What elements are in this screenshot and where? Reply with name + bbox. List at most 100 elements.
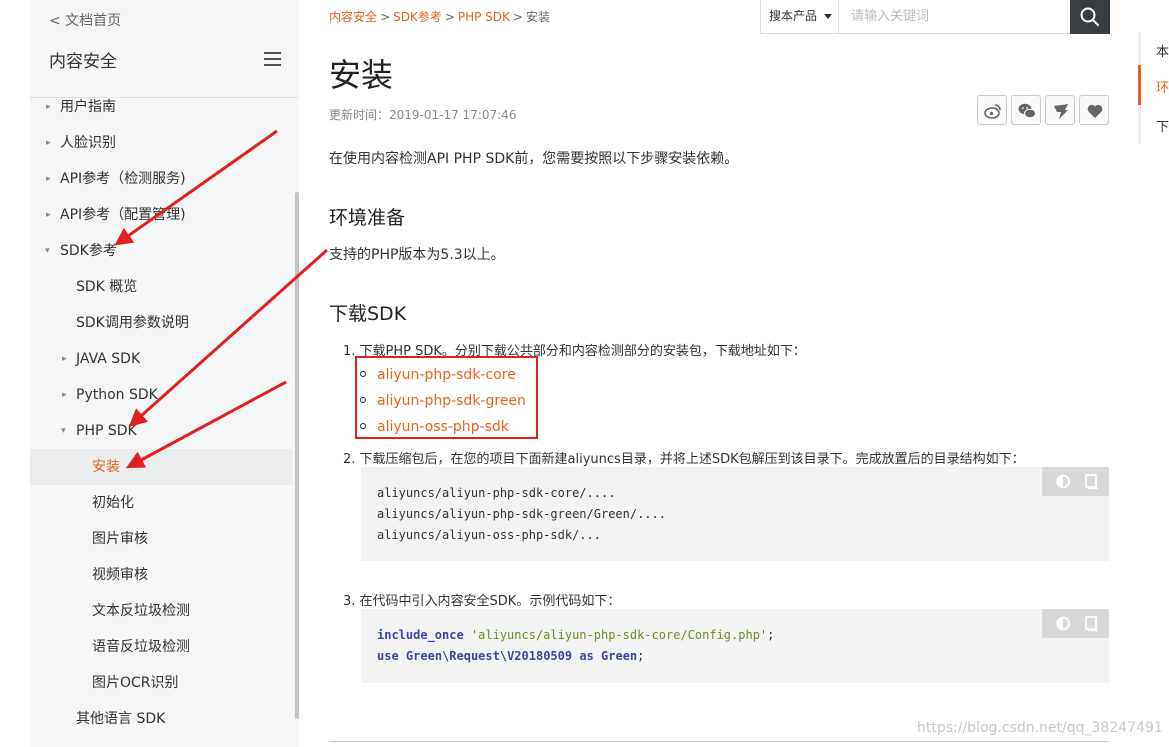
sidebar-item-image-review[interactable]: 图片审核 (30, 521, 293, 557)
step-2: 2. 下载压缩包后，在您的项目下面新建aliyuncs目录，并将上述SDK包解压… (343, 448, 1025, 467)
back-to-docs-link[interactable]: < 文档首页 (49, 10, 121, 30)
sidebar-item-video-review[interactable]: 视频审核 (30, 557, 293, 593)
code-keyword: use (377, 649, 399, 663)
breadcrumb-link[interactable]: PHP SDK (458, 10, 510, 24)
theme-toggle-icon (1056, 616, 1070, 631)
search-icon (1080, 7, 1100, 27)
chevron-down-icon: ▾ (61, 426, 66, 436)
sidebar-item-label: 初始化 (92, 495, 134, 511)
table-of-contents: 本 环 下 (1138, 32, 1169, 144)
step-3: 3. 在代码中引入内容安全SDK。示例代码如下： (343, 590, 620, 609)
code-block-include: include_once 'aliyuncs/aliyun-php-sdk-co… (361, 609, 1109, 683)
sidebar-item-label: 文本反垃圾检测 (92, 603, 190, 619)
share-wechat-button[interactable] (1011, 95, 1041, 125)
sidebar-item-label: 用户指南 (60, 99, 116, 115)
sidebar: < 文档首页 内容安全 ▸ 用户指南 ▸ 人脸识别 ▸ API参考（检测服务) … (30, 0, 299, 747)
toc-item-active[interactable]: 环 (1156, 77, 1169, 96)
weibo-icon (984, 104, 1001, 119)
sidebar-item-label: PHP SDK (76, 423, 137, 439)
sidebar-item-face-recognition[interactable]: ▸ 人脸识别 (30, 125, 293, 161)
code-string: 'aliyuncs/aliyun-php-sdk-core/Config.php… (470, 628, 768, 642)
search-scope-dropdown[interactable]: 搜本产品 (761, 0, 839, 33)
sidebar-item-api-config[interactable]: ▸ API参考（配置管理) (30, 197, 293, 233)
sidebar-item-label: Python SDK (76, 387, 158, 403)
sidebar-item-sdk-params[interactable]: SDK调用参数说明 (30, 305, 293, 341)
sidebar-item-label: 人脸识别 (60, 135, 116, 151)
step-number: 1. (343, 344, 356, 359)
copy-code-button[interactable] (1082, 615, 1100, 632)
code-line: use Green\Request\V20180509 as Green; (377, 649, 644, 663)
sidebar-item-install[interactable]: 安装 (30, 449, 293, 485)
copy-icon (1085, 474, 1098, 490)
chevron-right-icon: ▸ (46, 174, 51, 184)
content-divider (329, 741, 1109, 742)
theme-toggle-icon (1056, 474, 1070, 489)
code-keyword: as (579, 649, 594, 663)
code-punct: ; (637, 649, 645, 663)
code-line: aliyuncs/aliyun-oss-php-sdk/... (377, 528, 601, 542)
annotation-highlight-box (355, 356, 538, 439)
code-toolbar (1042, 609, 1109, 638)
sidebar-item-text-antispam[interactable]: 文本反垃圾检测 (30, 593, 293, 629)
sidebar-title: 内容安全 (49, 52, 117, 72)
sidebar-item-python-sdk[interactable]: ▸ Python SDK (30, 377, 293, 413)
code-punct: ; (767, 628, 775, 642)
sidebar-item-label: 图片审核 (92, 531, 148, 547)
sidebar-item-label: JAVA SDK (76, 351, 141, 367)
sidebar-item-image-ocr[interactable]: 图片OCR识别 (30, 665, 293, 701)
breadcrumb-current: 安装 (525, 10, 550, 24)
code-block-directory: aliyuncs/aliyun-php-sdk-core/.... aliyun… (361, 467, 1109, 561)
sidebar-item-label: API参考（检测服务) (60, 171, 186, 187)
heart-icon (1087, 104, 1103, 118)
code-toolbar (1042, 467, 1109, 496)
watermark: https://blog.csdn.net/qq_38247491 (917, 720, 1163, 736)
sidebar-item-api-detection[interactable]: ▸ API参考（检测服务) (30, 161, 293, 197)
page-title: 安装 (329, 56, 394, 94)
toggle-theme-button[interactable] (1052, 615, 1070, 632)
wechat-icon (1018, 103, 1036, 119)
sidebar-item-sdk-overview[interactable]: SDK 概览 (30, 269, 293, 305)
chevron-right-icon: ▸ (46, 138, 51, 148)
like-button[interactable] (1079, 95, 1109, 125)
sidebar-item-label: 图片OCR识别 (92, 675, 179, 691)
sidebar-item-other-sdk[interactable]: 其他语言 SDK (30, 701, 293, 737)
breadcrumb-link[interactable]: 内容安全 (329, 10, 377, 24)
search-button[interactable] (1070, 0, 1110, 34)
step-text: 在代码中引入内容安全SDK。示例代码如下： (359, 594, 621, 609)
section-heading-env: 环境准备 (329, 207, 406, 229)
sidebar-scrollbar[interactable] (295, 192, 299, 719)
sidebar-item-java-sdk[interactable]: ▸ JAVA SDK (30, 341, 293, 377)
toggle-theme-button[interactable] (1052, 473, 1070, 490)
sidebar-item-php-sdk[interactable]: ▾ PHP SDK (30, 413, 293, 449)
toc-item[interactable]: 本 (1156, 41, 1169, 60)
step-text: 下载压缩包后，在您的项目下面新建aliyuncs目录，并将上述SDK包解压到该目… (359, 452, 1025, 467)
sidebar-item-label: 其他语言 SDK (76, 711, 166, 727)
share-weibo-button[interactable] (977, 95, 1007, 125)
sidebar-item-sdk-reference[interactable]: ▾ SDK参考 (30, 233, 293, 269)
sidebar-item-init[interactable]: 初始化 (30, 485, 293, 521)
chevron-right-icon: ▸ (46, 102, 51, 112)
sidebar-item-label: 语音反垃圾检测 (92, 639, 190, 655)
sidebar-item-voice-antispam[interactable]: 语音反垃圾检测 (30, 629, 293, 665)
sidebar-item-label: SDK参考 (60, 243, 117, 259)
sidebar-item-user-guide[interactable]: ▸ 用户指南 (30, 89, 293, 125)
copy-icon (1085, 616, 1098, 632)
copy-code-button[interactable] (1082, 473, 1100, 490)
breadcrumb-separator: > (512, 10, 523, 24)
code-namespace: Green\Request\V20180509 (405, 649, 573, 663)
step-number: 3. (343, 594, 356, 609)
code-keyword: include_once (377, 628, 464, 642)
share-dingtalk-button[interactable] (1045, 95, 1075, 125)
env-paragraph: 支持的PHP版本为5.3以上。 (329, 247, 505, 263)
code-line: include_once 'aliyuncs/aliyun-php-sdk-co… (377, 628, 774, 642)
menu-icon[interactable] (264, 52, 281, 66)
chevron-right-icon: ▸ (46, 210, 51, 220)
search-bar: 搜本产品 (760, 0, 1110, 34)
search-input[interactable] (841, 0, 1070, 33)
updated-time: 更新时间：2019-01-17 17:07:46 (329, 108, 517, 122)
breadcrumb-link[interactable]: SDK参考 (393, 10, 442, 24)
dingtalk-icon (1054, 104, 1068, 119)
toc-item[interactable]: 下 (1156, 116, 1169, 135)
chevron-right-icon: ▸ (62, 390, 67, 400)
caret-down-icon (824, 14, 832, 19)
